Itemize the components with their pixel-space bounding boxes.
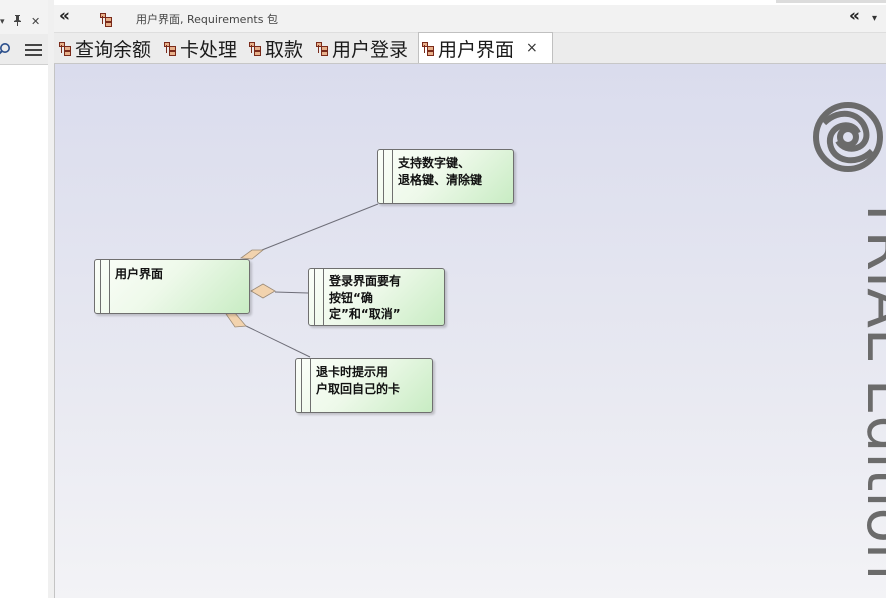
menu-icon[interactable] bbox=[25, 44, 42, 59]
aggregation-diamond bbox=[250, 283, 276, 299]
requirement-text: 用户界面 bbox=[115, 267, 164, 281]
panel-splitter[interactable] bbox=[48, 0, 55, 598]
tab-card-processing[interactable]: 卡处理 bbox=[161, 33, 237, 63]
package-icon bbox=[100, 12, 113, 27]
requirement-bar bbox=[378, 150, 393, 203]
requirement-keys[interactable]: 支持数字键、 退格键、清除键 bbox=[377, 149, 514, 204]
tab-label: 查询余额 bbox=[75, 38, 152, 61]
requirement-bar bbox=[309, 269, 324, 325]
diagram-canvas[interactable]: 用户界面 支持数字键、 退格键、清除键 登录界面要有 按钮“确 定”和“取消” … bbox=[55, 64, 886, 598]
project-browser-panel: ▾ ✕ bbox=[0, 0, 49, 598]
close-icon[interactable]: ✕ bbox=[31, 16, 40, 28]
panel-header: ▾ ✕ bbox=[0, 0, 48, 34]
connector-eject[interactable] bbox=[245, 325, 311, 358]
aggregation-diamond bbox=[225, 312, 247, 328]
tab-user-interface[interactable]: 用户界面 × bbox=[418, 32, 553, 63]
dropdown-icon[interactable]: ▾ bbox=[0, 16, 5, 28]
diagram-title: 用户界面, Requirements 包 bbox=[136, 13, 278, 26]
package-icon bbox=[59, 41, 72, 56]
tab-query-balance[interactable]: 查询余额 bbox=[56, 33, 151, 63]
close-tab-icon[interactable]: × bbox=[526, 40, 538, 56]
requirement-text: 退卡时提示用 户取回自己的卡 bbox=[316, 365, 401, 396]
connector-keys[interactable] bbox=[261, 203, 379, 251]
requirement-text: 登录界面要有 按钮“确 定”和“取消” bbox=[329, 274, 402, 321]
package-icon bbox=[316, 41, 329, 56]
tab-user-login[interactable]: 用户登录 bbox=[313, 33, 408, 63]
requirement-login-buttons[interactable]: 登录界面要有 按钮“确 定”和“取消” bbox=[308, 268, 445, 326]
requirement-bar bbox=[95, 260, 110, 313]
tab-label: 用户界面 bbox=[438, 38, 515, 61]
panel-toolbar bbox=[0, 34, 48, 65]
back-icon[interactable]: « bbox=[59, 6, 70, 26]
package-icon bbox=[164, 41, 177, 56]
tab-label: 卡处理 bbox=[180, 38, 238, 61]
diagram-titlebar: « 用户界面, Requirements 包 « ▾ bbox=[54, 5, 886, 33]
aggregation-diamond bbox=[239, 249, 265, 260]
package-icon bbox=[249, 41, 262, 56]
diagram-tabs: 查询余额 卡处理 取款 用户登录 用户界面 × bbox=[54, 32, 886, 64]
package-icon bbox=[422, 41, 435, 56]
tab-label: 取款 bbox=[265, 38, 304, 61]
trial-watermark: TRIAL Edition bbox=[813, 102, 886, 580]
search-icon[interactable] bbox=[0, 42, 11, 59]
connector-login[interactable] bbox=[274, 291, 309, 294]
tab-label: 用户登录 bbox=[332, 38, 409, 61]
diagram-connectors bbox=[225, 203, 379, 358]
chevron-down-icon[interactable]: ▾ bbox=[872, 13, 877, 24]
watermark-text: TRIAL Edition bbox=[854, 194, 886, 580]
collapse-icon[interactable]: « bbox=[849, 6, 860, 26]
pin-icon[interactable] bbox=[13, 15, 22, 29]
requirement-bar bbox=[296, 359, 311, 412]
requirement-user-interface[interactable]: 用户界面 bbox=[94, 259, 250, 314]
window-top-strip-segment bbox=[776, 0, 886, 3]
requirement-text: 支持数字键、 退格键、清除键 bbox=[398, 156, 483, 187]
tab-withdraw[interactable]: 取款 bbox=[246, 33, 303, 63]
requirement-eject-card[interactable]: 退卡时提示用 户取回自己的卡 bbox=[295, 358, 433, 413]
edition-logo-icon bbox=[813, 102, 883, 172]
